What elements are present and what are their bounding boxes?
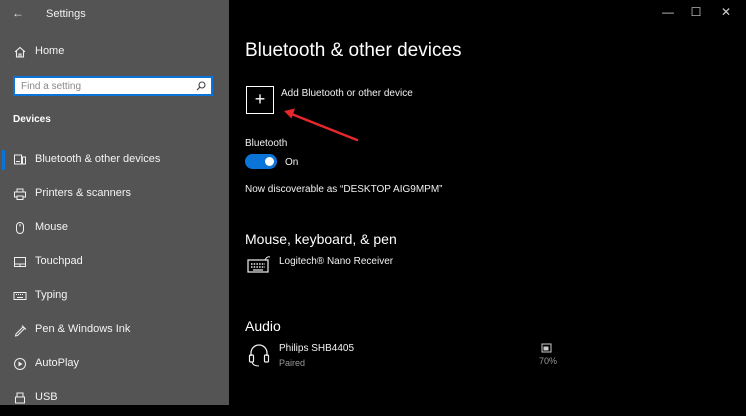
sidebar-item-autoplay[interactable]: AutoPlay [0,348,229,382]
toggle-knob [265,157,274,166]
sidebar-item-label: Mouse [35,221,69,233]
sidebar-item-typing[interactable]: Typing [0,280,229,314]
autoplay-icon [14,358,26,370]
device-name: Philips SHB4405 [279,343,355,354]
mouse-section-title: Mouse, keyboard, & pen [245,231,397,247]
usb-icon [15,392,25,404]
sidebar-item-label: Touchpad [35,255,83,267]
toggle-state-label: On [285,157,299,168]
sidebar-item-label: Printers & scanners [35,187,131,199]
minimize-button[interactable]: — [654,5,682,19]
section-title-devices: Devices [13,114,51,125]
add-device-label[interactable]: Add Bluetooth or other device [281,88,413,99]
audio-section-title: Audio [245,318,281,334]
search-box[interactable] [13,76,213,96]
mouse-icon [16,222,24,234]
sidebar-item-label: USB [35,391,58,403]
bluetooth-label: Bluetooth [245,138,288,149]
sidebar-item-usb[interactable]: USB [0,382,229,416]
sidebar-item-touchpad[interactable]: Touchpad [0,246,229,280]
maximize-button[interactable]: ☐ [682,5,710,19]
sidebar-item-label: Bluetooth & other devices [35,153,161,165]
sidebar: ← Settings Home Devices Bluetooth & othe… [0,0,229,405]
device-name: Logitech® Nano Receiver [279,256,394,267]
app-title: Settings [46,8,86,20]
sidebar-item-pen[interactable]: Pen & Windows Ink [0,314,229,348]
device-status: Paired [279,358,306,368]
sidebar-item-mouse[interactable]: Mouse [0,212,229,246]
main-content: — ☐ ✕ Bluetooth & other devices + Add Bl… [229,0,746,405]
sidebar-item-label: AutoPlay [35,357,80,369]
add-device-button[interactable]: + [246,86,274,114]
back-button[interactable]: ← [12,6,24,20]
search-icon[interactable] [196,81,206,91]
sidebar-item-bluetooth[interactable]: Bluetooth & other devices [0,144,229,178]
keyboard-icon [13,292,27,300]
bluetooth-toggle[interactable] [245,154,277,169]
plus-icon: + [254,89,266,109]
page-title: Bluetooth & other devices [245,40,462,61]
device-philips[interactable]: Philips SHB4405 Paired 70% [245,340,565,370]
device-logitech[interactable]: Logitech® Nano Receiver [245,253,545,277]
active-indicator [2,150,5,170]
pen-icon [14,325,27,337]
sidebar-item-printers[interactable]: Printers & scanners [0,178,229,212]
battery-level: 70% [539,356,558,366]
discoverable-text: Now discoverable as “DESKTOP AIG9MPM” [245,184,443,195]
headset-icon [248,344,270,367]
printer-icon [14,188,26,200]
sidebar-item-label: Home [35,45,65,57]
battery-icon [541,343,552,353]
annotation-arrow [284,108,359,142]
home-icon [14,46,26,58]
sidebar-item-label: Typing [35,289,68,301]
sidebar-item-home[interactable]: Home [0,36,229,70]
sidebar-item-label: Pen & Windows Ink [35,323,131,335]
bluetooth-devices-icon [14,154,26,165]
search-input[interactable] [21,79,191,93]
touchpad-icon [14,257,26,267]
keyboard-icon [247,256,271,273]
close-button[interactable]: ✕ [712,5,740,19]
